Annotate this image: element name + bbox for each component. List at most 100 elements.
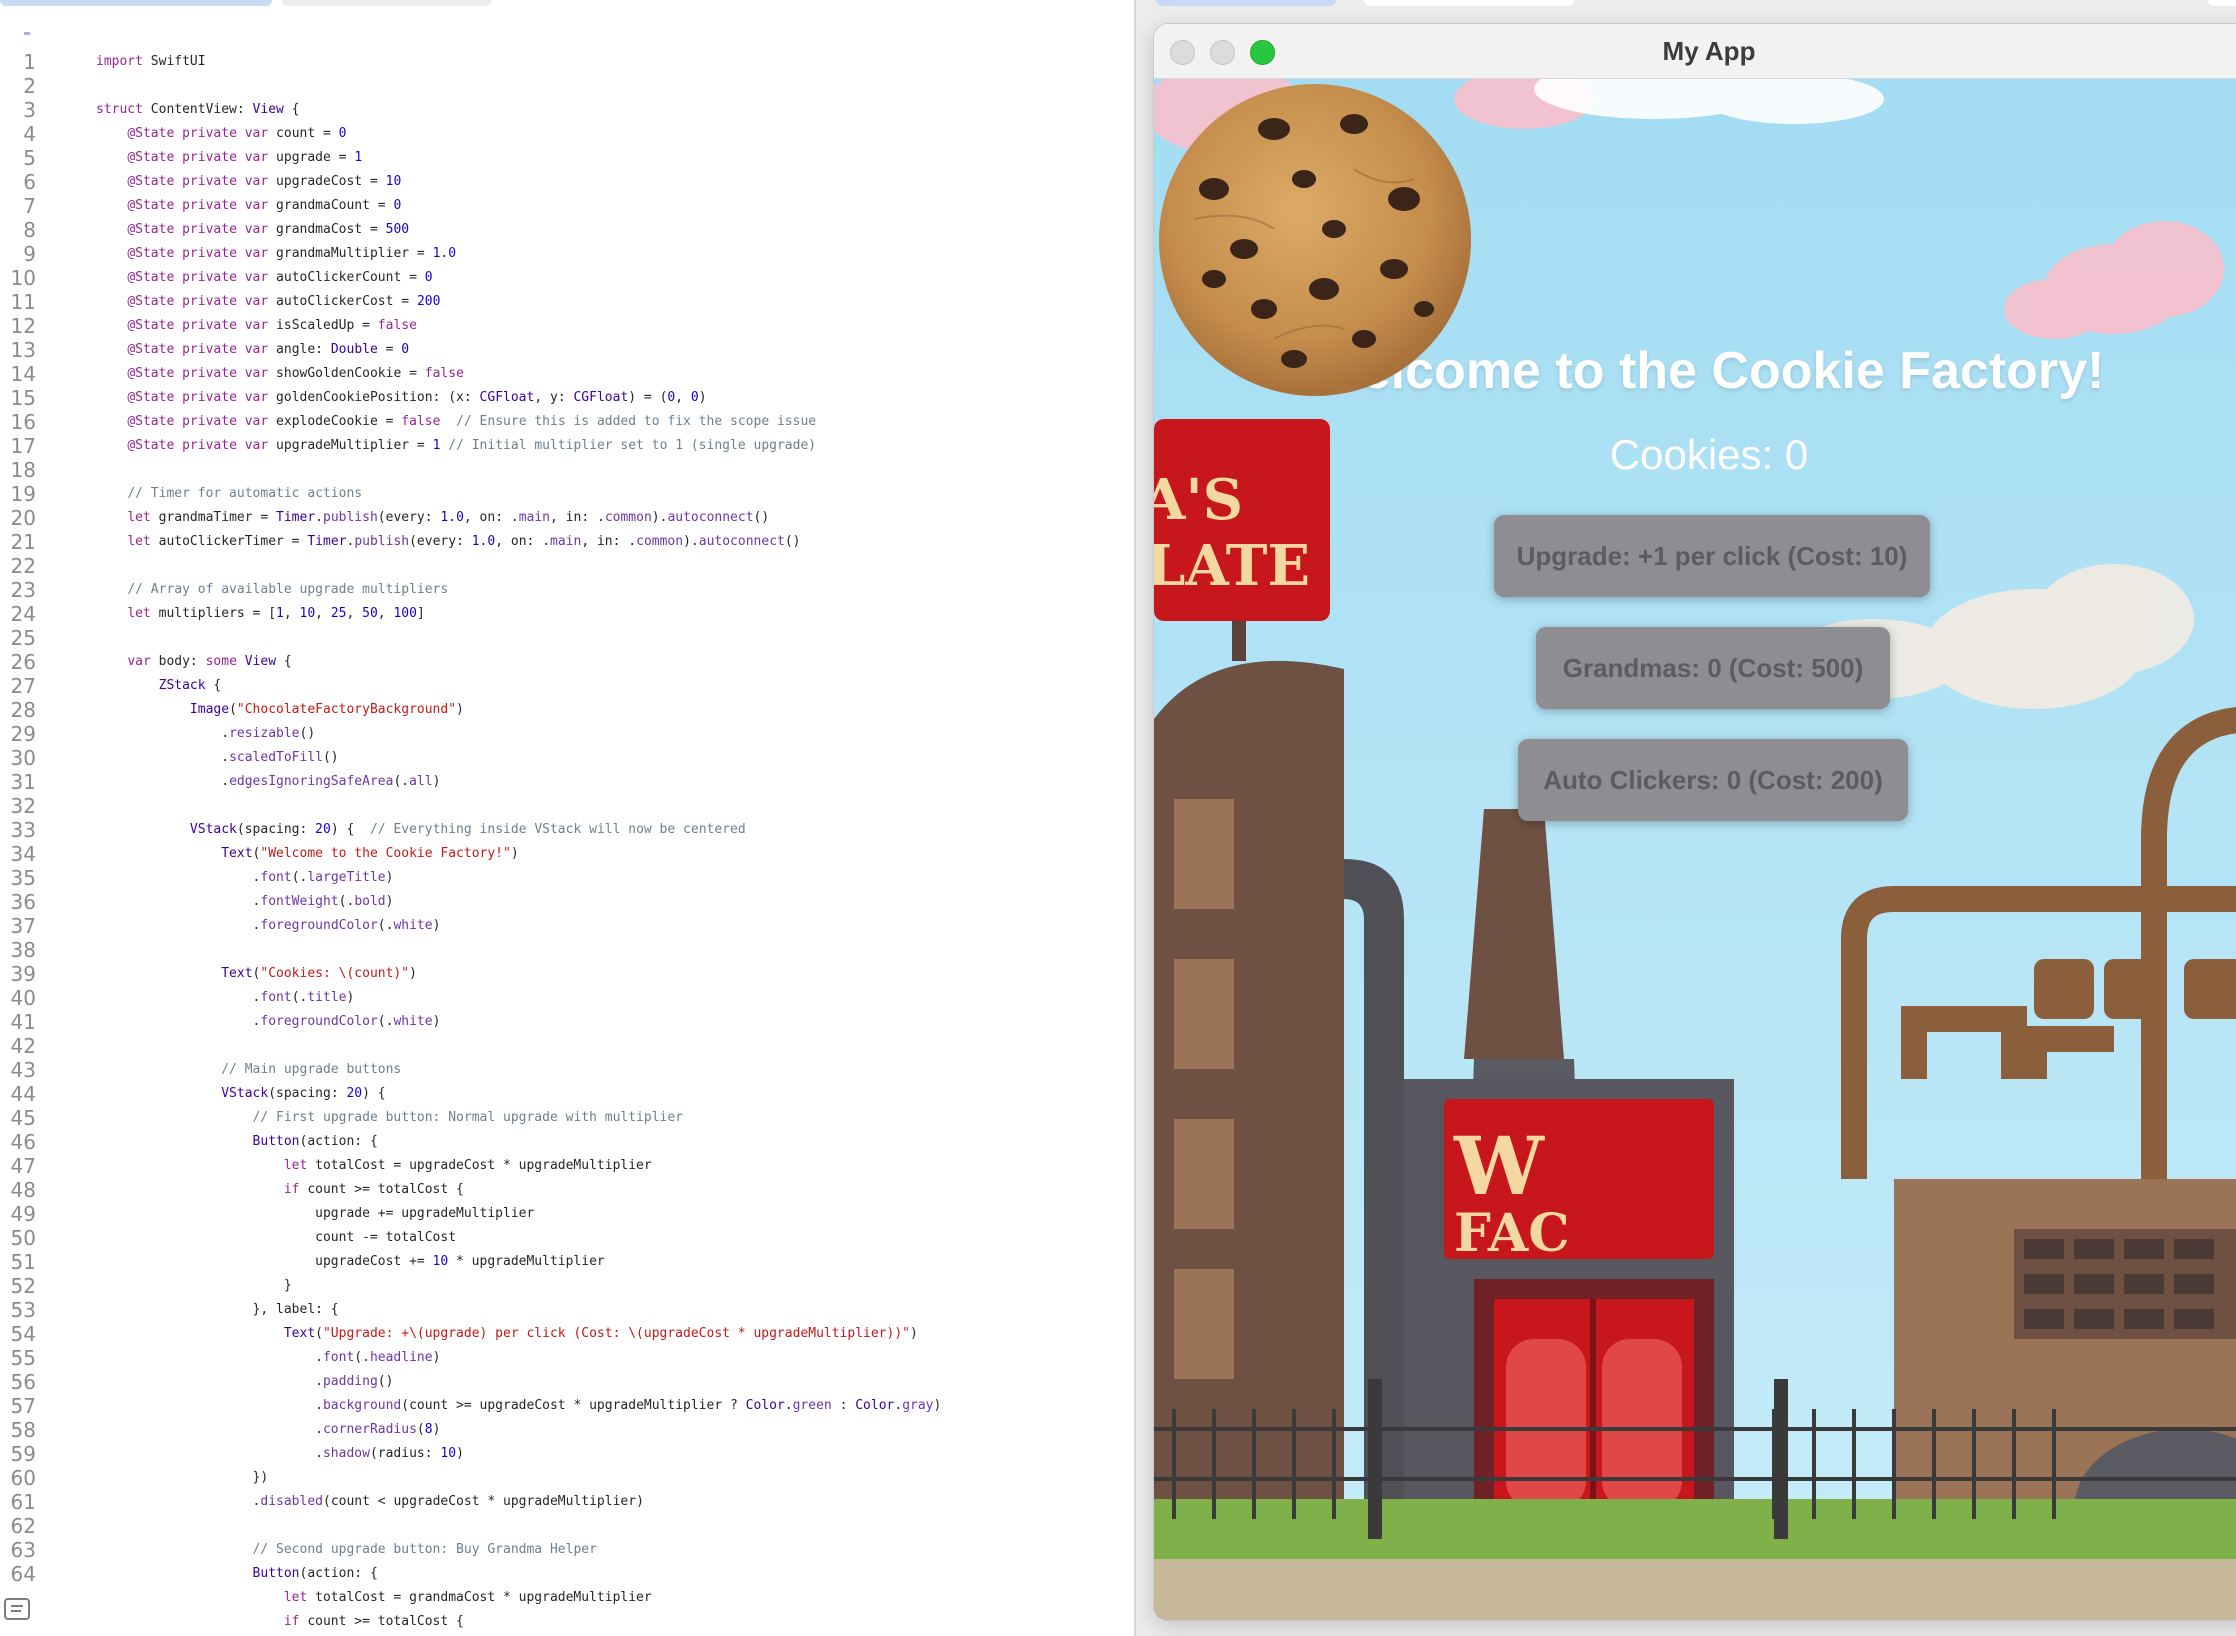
code-line[interactable]: 21 let autoClickerTimer = Timer.publish(… [0, 530, 1134, 554]
code-line[interactable]: 33 VStack(spacing: 20) { // Everything i… [0, 818, 1134, 842]
code-line[interactable]: 15 @State private var goldenCookiePositi… [0, 386, 1134, 410]
code-line[interactable]: 62 [0, 1514, 1134, 1538]
code-text[interactable]: ZStack { [96, 674, 222, 698]
code-line[interactable]: 39 Text("Cookies: \(count)") [0, 962, 1134, 986]
code-line[interactable]: 14 @State private var showGoldenCookie =… [0, 362, 1134, 386]
editor-tab-inactive[interactable] [282, 0, 492, 6]
code-text[interactable]: .foregroundColor(.white) [96, 914, 441, 938]
code-text[interactable]: @State private var upgrade = 1 [96, 146, 362, 170]
code-line[interactable]: 64 Button(action: { [0, 1562, 1134, 1586]
code-line[interactable]: 43 // Main upgrade buttons [0, 1058, 1134, 1082]
code-line[interactable]: 55 .font(.headline) [0, 1346, 1134, 1370]
code-text[interactable]: @State private var goldenCookiePosition:… [96, 386, 706, 410]
code-text[interactable]: // Timer for automatic actions [96, 482, 362, 506]
code-line[interactable]: 5 @State private var upgrade = 1 [0, 146, 1134, 170]
auto-clickers-button[interactable]: Auto Clickers: 0 (Cost: 200) [1518, 739, 1908, 821]
code-text[interactable]: .fontWeight(.bold) [96, 890, 394, 914]
code-line[interactable]: 18 [0, 458, 1134, 482]
code-line[interactable]: 3 struct ContentView: View { [0, 98, 1134, 122]
code-line[interactable]: 11 @State private var autoClickerCost = … [0, 290, 1134, 314]
code-line[interactable]: 52 } [0, 1274, 1134, 1298]
code-line[interactable]: 32 [0, 794, 1134, 818]
code-text[interactable]: .disabled(count < upgradeCost * upgradeM… [96, 1490, 644, 1514]
code-line[interactable]: 56 .padding() [0, 1370, 1134, 1394]
code-text[interactable]: @State private var grandmaCount = 0 [96, 194, 401, 218]
code-text[interactable]: count -= totalCost [96, 1226, 456, 1250]
code-text[interactable]: VStack(spacing: 20) { // Everything insi… [96, 818, 746, 842]
editor-tab-active[interactable] [0, 0, 272, 6]
code-text[interactable]: .foregroundColor(.white) [96, 1010, 441, 1034]
code-text[interactable]: @State private var upgradeMultiplier = 1… [96, 434, 816, 458]
code-text[interactable]: @State private var angle: Double = 0 [96, 338, 409, 362]
code-text[interactable]: var body: some View { [96, 650, 291, 674]
code-line[interactable]: 53 }, label: { [0, 1298, 1134, 1322]
code-line[interactable]: 41 .foregroundColor(.white) [0, 1010, 1134, 1034]
code-line[interactable]: 35 .font(.largeTitle) [0, 866, 1134, 890]
code-text[interactable]: if count >= totalCost { [96, 1610, 464, 1634]
code-line[interactable]: 6 @State private var upgradeCost = 10 [0, 170, 1134, 194]
code-line[interactable]: 29 .resizable() [0, 722, 1134, 746]
code-line[interactable]: 25 [0, 626, 1134, 650]
code-line[interactable]: 7 @State private var grandmaCount = 0 [0, 194, 1134, 218]
code-text[interactable]: Image("ChocolateFactoryBackground") [96, 698, 464, 722]
code-line[interactable]: 44 VStack(spacing: 20) { [0, 1082, 1134, 1106]
code-text[interactable]: let autoClickerTimer = Timer.publish(eve… [96, 530, 800, 554]
cookie-icon[interactable] [1154, 79, 1476, 401]
code-text[interactable]: @State private var upgradeCost = 10 [96, 170, 401, 194]
code-text[interactable]: // Main upgrade buttons [96, 1058, 401, 1082]
upgrade-button[interactable]: Upgrade: +1 per click (Cost: 10) [1494, 515, 1930, 597]
code-line[interactable]: 9 @State private var grandmaMultiplier =… [0, 242, 1134, 266]
code-text[interactable]: .resizable() [96, 722, 315, 746]
code-text[interactable]: .scaledToFill() [96, 746, 338, 770]
code-text[interactable]: .font(.title) [96, 986, 355, 1010]
code-line[interactable]: let totalCost = grandmaCost * upgradeMul… [0, 1586, 1134, 1610]
code-line[interactable]: 60 }) [0, 1466, 1134, 1490]
code-text[interactable]: upgradeCost += 10 * upgradeMultiplier [96, 1250, 605, 1274]
code-line[interactable]: 1 import SwiftUI [0, 50, 1134, 74]
code-text[interactable]: @State private var count = 0 [96, 122, 346, 146]
code-line[interactable]: 37 .foregroundColor(.white) [0, 914, 1134, 938]
document-outline-icon[interactable] [4, 1598, 30, 1620]
code-line[interactable]: 4 @State private var count = 0 [0, 122, 1134, 146]
code-line[interactable]: 46 Button(action: { [0, 1130, 1134, 1154]
code-line[interactable]: 54 Text("Upgrade: +\(upgrade) per click … [0, 1322, 1134, 1346]
code-line[interactable]: 2 [0, 74, 1134, 98]
code-text[interactable]: // Array of available upgrade multiplier… [96, 578, 448, 602]
code-text[interactable]: Text("Upgrade: +\(upgrade) per click (Co… [96, 1322, 918, 1346]
code-line[interactable]: 20 let grandmaTimer = Timer.publish(ever… [0, 506, 1134, 530]
code-line[interactable]: 63 // Second upgrade button: Buy Grandma… [0, 1538, 1134, 1562]
code-line[interactable]: 40 .font(.title) [0, 986, 1134, 1010]
code-line[interactable]: 51 upgradeCost += 10 * upgradeMultiplier [0, 1250, 1134, 1274]
code-line[interactable]: 24 let multipliers = [1, 10, 25, 50, 100… [0, 602, 1134, 626]
code-text[interactable]: VStack(spacing: 20) { [96, 1082, 385, 1106]
grandmas-button[interactable]: Grandmas: 0 (Cost: 500) [1536, 627, 1890, 709]
code-text[interactable]: let multipliers = [1, 10, 25, 50, 100] [96, 602, 424, 626]
code-text[interactable]: }, label: { [96, 1298, 339, 1322]
code-line[interactable]: if count >= totalCost { [0, 1610, 1134, 1634]
code-text[interactable]: .padding() [96, 1370, 393, 1394]
code-line[interactable]: 57 .background(count >= upgradeCost * up… [0, 1394, 1134, 1418]
code-text[interactable]: Text("Cookies: \(count)") [96, 962, 417, 986]
code-text[interactable]: // Second upgrade button: Buy Grandma He… [96, 1538, 597, 1562]
code-line[interactable]: 59 .shadow(radius: 10) [0, 1442, 1134, 1466]
code-line[interactable]: 28 Image("ChocolateFactoryBackground") [0, 698, 1134, 722]
code-line[interactable]: 50 count -= totalCost [0, 1226, 1134, 1250]
code-text[interactable]: struct ContentView: View { [96, 98, 300, 122]
code-text[interactable]: let grandmaTimer = Timer.publish(every: … [96, 506, 769, 530]
code-text[interactable]: @State private var grandmaCost = 500 [96, 218, 409, 242]
preview-tab-edge[interactable] [2208, 0, 2236, 6]
code-line[interactable]: 61 .disabled(count < upgradeCost * upgra… [0, 1490, 1134, 1514]
code-text[interactable]: .edgesIgnoringSafeArea(.all) [96, 770, 440, 794]
code-line[interactable]: 8 @State private var grandmaCost = 500 [0, 218, 1134, 242]
code-text[interactable]: @State private var autoClickerCost = 200 [96, 290, 440, 314]
code-text[interactable]: .background(count >= upgradeCost * upgra… [96, 1394, 941, 1418]
code-editor[interactable]: 1 import SwiftUI 2 3 struct ContentView: Vie… [0, 0, 1134, 1636]
code-text[interactable]: @State private var isScaledUp = false [96, 314, 417, 338]
code-line[interactable]: 38 [0, 938, 1134, 962]
code-text[interactable]: @State private var grandmaMultiplier = 1… [96, 242, 456, 266]
code-line[interactable]: 30 .scaledToFill() [0, 746, 1134, 770]
code-text[interactable]: } [96, 1274, 292, 1298]
code-line[interactable]: 22 [0, 554, 1134, 578]
code-line[interactable]: 31 .edgesIgnoringSafeArea(.all) [0, 770, 1134, 794]
code-text[interactable]: Text("Welcome to the Cookie Factory!") [96, 842, 518, 866]
